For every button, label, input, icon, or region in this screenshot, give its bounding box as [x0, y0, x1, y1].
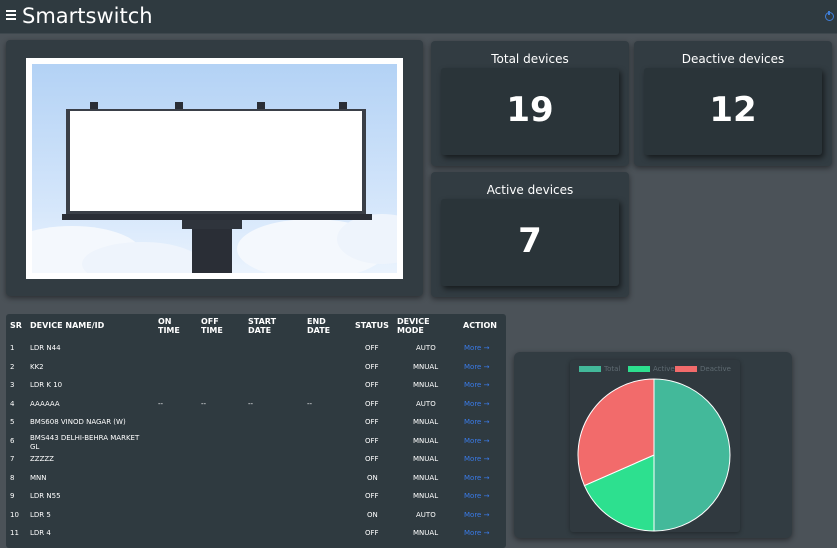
- table-cell-name: KK2: [30, 362, 44, 371]
- table-cell-sr: 8: [10, 473, 15, 482]
- more-link[interactable]: More →: [464, 400, 489, 408]
- table-cell-name: MNN: [30, 473, 47, 482]
- more-link[interactable]: More →: [464, 474, 489, 482]
- pie-slice-total[interactable]: [653, 378, 731, 532]
- table-cell-sr: 10: [10, 510, 19, 519]
- devices-table: SR DEVICE NAME/ID ON TIME OFF TIME START DA…: [6, 314, 506, 548]
- table-cell-mode: AUTO: [416, 510, 436, 519]
- table-cell-status: OFF: [365, 529, 379, 537]
- table-cell-name: AAAAAA: [30, 399, 60, 408]
- table-cell-name: BMS608 VINOD NAGAR (W): [30, 418, 126, 426]
- total-devices-card: Total devices 19: [431, 41, 629, 166]
- table-cell-on: --: [158, 399, 164, 408]
- billboard-image: [32, 64, 397, 273]
- table-cell-sr: 4: [10, 399, 15, 408]
- col-off-time: OFF TIME: [201, 317, 223, 335]
- table-cell-start: --: [248, 399, 254, 408]
- more-link[interactable]: More →: [464, 492, 489, 500]
- more-link[interactable]: More →: [464, 437, 489, 445]
- table-cell-status: OFF: [365, 362, 379, 371]
- total-devices-value: 19: [506, 90, 554, 130]
- col-device-name: DEVICE NAME/ID: [30, 321, 105, 330]
- table-cell-name: LDR N44: [30, 344, 61, 352]
- col-action: ACTION: [463, 321, 497, 330]
- app-title: Smartswitch: [22, 4, 153, 28]
- table-cell-mode: MNUAL: [413, 492, 439, 500]
- table-cell-mode: MNUAL: [413, 362, 439, 371]
- active-devices-card: Active devices 7: [431, 172, 629, 297]
- col-device-mode: DEVICE MODE: [397, 317, 430, 335]
- table-cell-mode: MNUAL: [413, 381, 439, 389]
- table-cell-mode: AUTO: [416, 399, 436, 408]
- table-cell-status: OFF: [365, 399, 379, 408]
- col-sr: SR: [10, 321, 22, 330]
- deactive-devices-card: Deactive devices 12: [634, 41, 832, 166]
- devices-pie-chart-panel: Total Active Deactive: [514, 352, 792, 538]
- col-end-date: END DATE: [307, 317, 331, 335]
- table-cell-status: OFF: [365, 455, 379, 463]
- active-devices-value: 7: [518, 221, 542, 261]
- table-cell-status: ON: [367, 473, 378, 482]
- top-bar: Smartswitch: [0, 0, 837, 34]
- more-link[interactable]: More →: [464, 455, 489, 463]
- total-devices-box: 19: [441, 68, 619, 155]
- table-cell-sr: 7: [10, 455, 15, 463]
- hamburger-menu-icon[interactable]: [6, 10, 16, 20]
- table-cell-status: OFF: [365, 418, 379, 426]
- table-cell-end: --: [307, 399, 313, 408]
- table-cell-status: ON: [367, 510, 378, 519]
- table-cell-mode: MNUAL: [413, 473, 439, 482]
- table-cell-mode: MNUAL: [413, 418, 439, 426]
- power-icon[interactable]: [825, 11, 834, 21]
- table-cell-status: OFF: [365, 381, 379, 389]
- active-devices-label: Active devices: [486, 183, 574, 197]
- col-on-time: ON TIME: [158, 317, 180, 335]
- more-link[interactable]: More →: [464, 363, 489, 371]
- table-cell-name: LDR N55: [30, 492, 61, 500]
- table-cell-name: ZZZZZ: [30, 455, 54, 463]
- table-cell-sr: 5: [10, 418, 15, 426]
- table-cell-mode: AUTO: [416, 344, 436, 352]
- table-cell-off: --: [201, 399, 207, 408]
- table-cell-name: LDR 4: [30, 529, 51, 537]
- deactive-devices-value: 12: [709, 90, 757, 130]
- billboard-panel: [6, 40, 423, 296]
- more-link[interactable]: More →: [464, 529, 489, 537]
- table-cell-sr: 1: [10, 344, 15, 352]
- active-devices-box: 7: [441, 199, 619, 286]
- table-cell-sr: 9: [10, 492, 15, 500]
- table-cell-name-line2: GL: [30, 442, 40, 451]
- table-cell-sr: 6: [10, 436, 15, 445]
- deactive-devices-label: Deactive devices: [681, 52, 785, 66]
- table-cell-status: OFF: [365, 492, 379, 500]
- table-cell-mode: MNUAL: [413, 436, 439, 445]
- pie-chart: [577, 378, 731, 532]
- table-cell-mode: MNUAL: [413, 529, 439, 537]
- more-link[interactable]: More →: [464, 344, 489, 352]
- table-cell-name: LDR K 10: [30, 381, 63, 389]
- table-cell-name: BMS443 DELHI-BEHRA MARKET: [30, 433, 140, 442]
- col-start-date: START DATE: [248, 317, 277, 335]
- more-link[interactable]: More →: [464, 418, 489, 426]
- more-link[interactable]: More →: [464, 381, 489, 389]
- table-cell-sr: 11: [10, 529, 19, 537]
- total-devices-label: Total devices: [491, 52, 569, 66]
- deactive-devices-box: 12: [644, 68, 822, 155]
- table-cell-sr: 3: [10, 381, 15, 389]
- table-cell-sr: 2: [10, 362, 15, 371]
- more-link[interactable]: More →: [464, 511, 489, 519]
- table-cell-name: LDR 5: [30, 510, 51, 519]
- table-cell-status: OFF: [365, 436, 379, 445]
- table-cell-mode: MNUAL: [413, 455, 439, 463]
- col-status: STATUS: [355, 321, 389, 330]
- table-cell-status: OFF: [365, 344, 379, 352]
- billboard-image-frame: [26, 58, 403, 279]
